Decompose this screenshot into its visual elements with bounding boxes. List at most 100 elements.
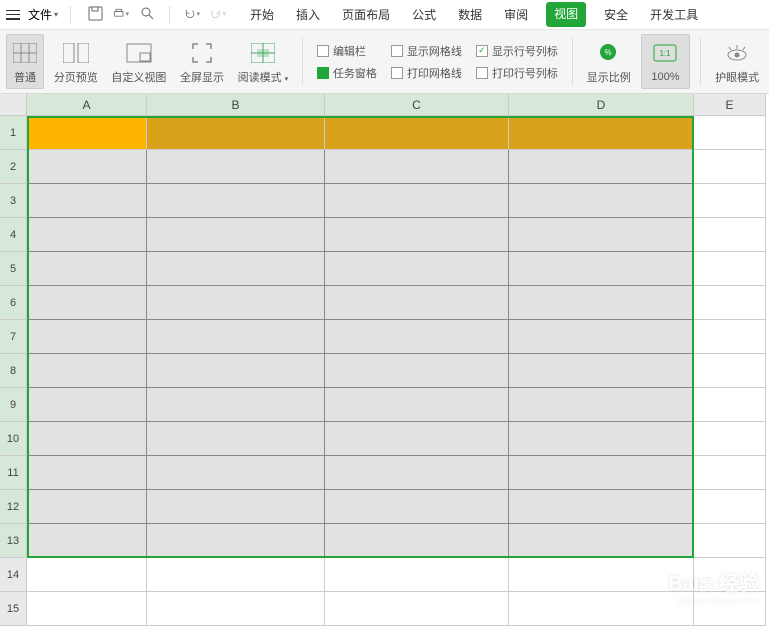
tab-layout[interactable]: 页面布局 — [338, 2, 394, 27]
check-task-pane[interactable]: 任务窗格 — [317, 65, 377, 81]
cell[interactable] — [694, 354, 766, 388]
row-header-1[interactable]: 1 — [0, 116, 27, 150]
cell[interactable] — [147, 286, 325, 320]
cell[interactable] — [27, 422, 147, 456]
cell[interactable] — [694, 524, 766, 558]
cell[interactable] — [27, 524, 147, 558]
row-header-2[interactable]: 2 — [0, 150, 27, 184]
row-header-6[interactable]: 6 — [0, 286, 27, 320]
cell[interactable] — [325, 388, 509, 422]
cell[interactable] — [694, 286, 766, 320]
cell[interactable] — [147, 524, 325, 558]
row-header-9[interactable]: 9 — [0, 388, 27, 422]
cell[interactable] — [147, 388, 325, 422]
check-edit-bar[interactable]: 编辑栏 — [317, 43, 377, 59]
row-header-13[interactable]: 13 — [0, 524, 27, 558]
cell[interactable] — [325, 456, 509, 490]
cell[interactable] — [27, 592, 147, 626]
cell[interactable] — [325, 524, 509, 558]
select-all-cell[interactable] — [0, 94, 27, 116]
zoom-button[interactable]: % 显示比例 — [583, 34, 635, 89]
col-header-B[interactable]: B — [147, 94, 325, 116]
cell[interactable] — [694, 116, 766, 150]
cell[interactable] — [509, 116, 694, 150]
cell[interactable] — [27, 286, 147, 320]
tab-insert[interactable]: 插入 — [292, 2, 324, 27]
cell[interactable] — [27, 456, 147, 490]
cell[interactable] — [147, 422, 325, 456]
cell[interactable] — [509, 184, 694, 218]
cell[interactable] — [509, 218, 694, 252]
page-preview-button[interactable]: 分页预览 — [50, 34, 102, 89]
row-header-3[interactable]: 3 — [0, 184, 27, 218]
tab-data[interactable]: 数据 — [454, 2, 486, 27]
tab-formula[interactable]: 公式 — [408, 2, 440, 27]
col-header-C[interactable]: C — [325, 94, 509, 116]
view-normal-button[interactable]: 普通 — [6, 34, 44, 89]
cell[interactable] — [325, 320, 509, 354]
preview-icon[interactable] — [139, 6, 155, 22]
reading-mode-button[interactable]: 阅读模式 ▾ — [234, 34, 292, 89]
cell[interactable] — [147, 490, 325, 524]
cell[interactable] — [27, 252, 147, 286]
file-menu[interactable]: 文件 ▾ — [24, 6, 62, 23]
cell[interactable] — [509, 558, 694, 592]
cell[interactable] — [147, 184, 325, 218]
cell[interactable] — [325, 354, 509, 388]
tab-view[interactable]: 视图 — [546, 2, 586, 27]
tab-developer[interactable]: 开发工具 — [646, 2, 702, 27]
tab-security[interactable]: 安全 — [600, 2, 632, 27]
cell[interactable] — [509, 286, 694, 320]
cell[interactable] — [325, 184, 509, 218]
cell[interactable] — [509, 592, 694, 626]
cell[interactable] — [509, 456, 694, 490]
col-header-A[interactable]: A — [27, 94, 147, 116]
cell[interactable] — [509, 150, 694, 184]
cell[interactable] — [147, 592, 325, 626]
cell[interactable] — [694, 422, 766, 456]
cell[interactable] — [325, 592, 509, 626]
cell[interactable] — [147, 320, 325, 354]
cell[interactable] — [147, 558, 325, 592]
row-header-7[interactable]: 7 — [0, 320, 27, 354]
cell[interactable] — [694, 252, 766, 286]
row-header-14[interactable]: 14 — [0, 558, 27, 592]
cell[interactable] — [694, 218, 766, 252]
cell[interactable] — [147, 252, 325, 286]
cell[interactable] — [325, 558, 509, 592]
cell[interactable] — [325, 218, 509, 252]
cell[interactable] — [147, 354, 325, 388]
row-header-10[interactable]: 10 — [0, 422, 27, 456]
cell[interactable] — [694, 388, 766, 422]
col-header-E[interactable]: E — [694, 94, 766, 116]
row-header-4[interactable]: 4 — [0, 218, 27, 252]
cell[interactable] — [27, 320, 147, 354]
cell[interactable] — [27, 388, 147, 422]
print-icon[interactable]: ▾ — [113, 6, 129, 22]
tab-start[interactable]: 开始 — [246, 2, 278, 27]
row-header-12[interactable]: 12 — [0, 490, 27, 524]
undo-icon[interactable]: ▾ — [184, 6, 200, 22]
cell[interactable] — [694, 184, 766, 218]
cell[interactable] — [27, 490, 147, 524]
cell[interactable] — [325, 150, 509, 184]
cell[interactable] — [694, 320, 766, 354]
hamburger-icon[interactable] — [6, 10, 20, 20]
cell[interactable] — [509, 422, 694, 456]
zoom-100-button[interactable]: 1:1 100% — [641, 34, 691, 89]
tab-review[interactable]: 审阅 — [500, 2, 532, 27]
cell[interactable] — [509, 388, 694, 422]
check-show-rowcol[interactable]: 显示行号列标 — [476, 43, 558, 59]
cell[interactable] — [509, 524, 694, 558]
cell[interactable] — [147, 218, 325, 252]
cell[interactable] — [325, 490, 509, 524]
row-header-11[interactable]: 11 — [0, 456, 27, 490]
cell[interactable] — [147, 150, 325, 184]
cell[interactable] — [509, 354, 694, 388]
cell[interactable] — [509, 490, 694, 524]
row-header-8[interactable]: 8 — [0, 354, 27, 388]
fullscreen-button[interactable]: 全屏显示 — [176, 34, 228, 89]
cell[interactable] — [694, 490, 766, 524]
save-icon[interactable] — [87, 6, 103, 22]
cell[interactable] — [509, 320, 694, 354]
